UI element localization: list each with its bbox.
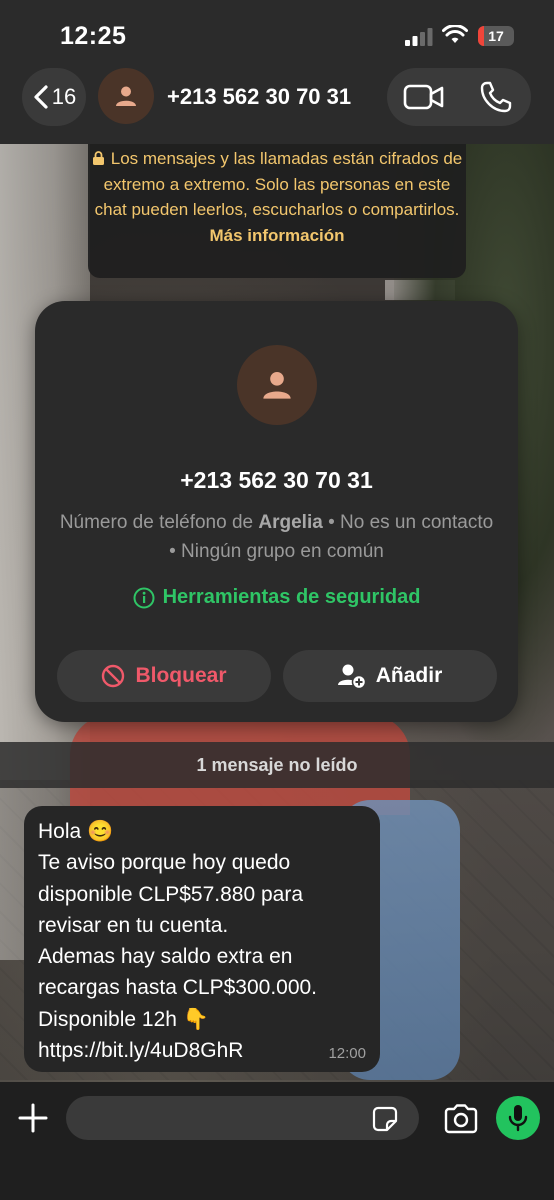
plus-icon[interactable] xyxy=(17,1102,49,1134)
mic-icon xyxy=(508,1105,528,1132)
info-icon xyxy=(133,587,155,608)
message-time: 12:00 xyxy=(328,1045,366,1062)
sticker-icon[interactable] xyxy=(372,1106,398,1132)
encryption-text: Los mensajes y las llamadas están cifrad… xyxy=(94,149,463,219)
mic-button[interactable] xyxy=(496,1096,540,1140)
wifi-icon xyxy=(442,25,468,43)
contact-info: Número de teléfono de Argelia • No es un… xyxy=(55,508,498,566)
person-icon xyxy=(116,86,136,106)
safety-tools-label: Herramientas de seguridad xyxy=(162,586,421,608)
phone-icon[interactable] xyxy=(479,80,513,114)
call-actions xyxy=(387,68,531,126)
signal-icon xyxy=(405,28,433,46)
contact-info-prefix: Número de teléfono de xyxy=(59,512,259,533)
back-button[interactable]: 16 xyxy=(22,68,86,126)
chat-header: 16 +213 562 30 70 31 xyxy=(0,66,554,144)
add-contact-button[interactable]: Añadir xyxy=(283,650,497,702)
unread-divider: 1 mensaje no leído xyxy=(0,742,554,788)
message-bubble[interactable]: Hola 😊 Te aviso porque hoy quedo disponi… xyxy=(24,806,380,1072)
status-bar: 12:25 17 xyxy=(0,0,554,70)
contact-avatar xyxy=(237,345,317,425)
add-label: Añadir xyxy=(375,664,443,687)
contact-number: +213 562 30 70 31 xyxy=(180,467,373,493)
chevron-left-icon xyxy=(34,85,48,109)
video-icon[interactable] xyxy=(403,82,445,112)
block-label: Bloquear xyxy=(135,664,227,687)
message-text: Hola 😊 Te aviso porque hoy quedo disponi… xyxy=(38,820,318,1063)
composer-bar xyxy=(0,1082,554,1200)
person-icon xyxy=(263,372,291,399)
battery-percent: 17 xyxy=(488,28,504,44)
contact-card: +213 562 30 70 31 Número de teléfono de … xyxy=(35,301,518,722)
encryption-notice[interactable]: Los mensajes y las llamadas están cifrad… xyxy=(88,144,466,278)
block-button[interactable]: Bloquear xyxy=(57,650,271,702)
block-icon xyxy=(102,664,125,688)
contact-country: Argelia xyxy=(258,512,323,533)
battery-icon: 17 xyxy=(478,26,514,46)
message-input[interactable] xyxy=(66,1096,419,1140)
chat-title[interactable]: +213 562 30 70 31 xyxy=(167,84,351,110)
camera-icon[interactable] xyxy=(443,1104,479,1134)
avatar[interactable] xyxy=(98,68,154,124)
safety-tools-link[interactable]: Herramientas de seguridad xyxy=(35,586,518,609)
add-person-icon xyxy=(337,664,366,689)
unread-chats-count: 16 xyxy=(51,84,77,109)
lock-icon xyxy=(92,151,104,165)
more-info-link[interactable]: Más información xyxy=(209,226,344,245)
status-time: 12:25 xyxy=(60,22,127,50)
